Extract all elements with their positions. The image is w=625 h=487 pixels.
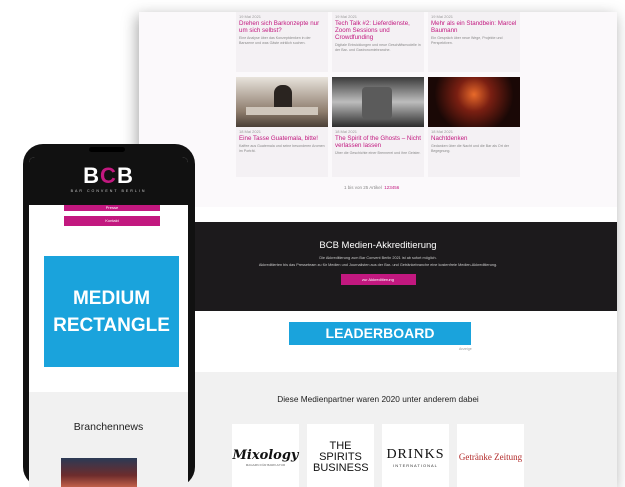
article-title[interactable]: Drehen sich Barkonzepte nur um sich selb… [236, 19, 328, 35]
article-date: 19 Mai 2021 [431, 14, 454, 19]
accreditation-section: BCB Medien-Akkreditierung Die Akkreditie… [139, 222, 617, 311]
article-excerpt: Digitale Entwicklungen und neue Geschäft… [335, 43, 421, 52]
partner-logo-drinks-international[interactable]: DRINKS INTERNATIONAL [382, 424, 449, 487]
bcb-logo[interactable]: BCB [29, 163, 188, 189]
article-card[interactable]: 18 Mai 2021 Nachtdenken Gedanken über di… [428, 77, 520, 177]
accreditation-button[interactable]: zur Akkreditierung [340, 274, 416, 285]
article-excerpt: Eine Analyse über das Konzeptdenken in d… [239, 36, 311, 45]
pagination-info: 1 bis von 25 Artikel [344, 185, 382, 190]
news-thumbnail[interactable] [61, 458, 137, 487]
article-image-coffee[interactable] [236, 77, 328, 127]
branchennews-section: Branchennews [29, 392, 188, 487]
partner-subline: INTERNATIONAL [393, 462, 438, 468]
article-date: 18 Mai 2021 [239, 129, 262, 134]
medium-rectangle-ad[interactable]: MEDIUM RECTANGLE [44, 256, 179, 367]
leaderboard-ad[interactable]: LEADERBOARD [289, 322, 471, 345]
phone-screen: BCB BAR CONVENT BERLIN Presse Kontakt ME… [29, 157, 188, 487]
article-excerpt: Gedanken über die Nacht und die Bar als … [431, 144, 510, 153]
article-title[interactable]: The Spirit of the Ghosts – Nicht verlass… [332, 134, 424, 150]
article-grid: 19 Mai 2021 Drehen sich Barkonzepte nur … [139, 12, 617, 207]
ad-text-line-2: RECTANGLE [53, 314, 170, 336]
partner-name: Getränke Zeitung [458, 452, 523, 462]
logo-subline: BAR CONVENT BERLIN [70, 189, 147, 193]
article-date: 18 Mai 2021 [335, 129, 358, 134]
article-card[interactable]: 18 Mai 2021 The Spirit of the Ghosts – N… [332, 77, 424, 177]
article-card[interactable]: 19 Mai 2021 Drehen sich Barkonzepte nur … [236, 12, 328, 72]
branchennews-title: Branchennews [73, 421, 144, 433]
partner-name: Mixology [232, 447, 299, 463]
presse-button[interactable]: Presse [64, 205, 160, 211]
media-partners-section: Diese Medienpartner waren 2020 unter and… [139, 372, 617, 487]
article-card[interactable]: 19 Mai 2021 Mehr als ein Standbein: Marc… [428, 12, 520, 72]
phone-header: BCB BAR CONVENT BERLIN [29, 157, 188, 205]
accreditation-text-2: Akkreditierten bis das Presseteam zu für… [258, 263, 498, 267]
accreditation-text-1: Die Akkreditierung zum Bar Convent Berli… [319, 256, 437, 260]
logo-letter: B [83, 163, 101, 188]
article-excerpt: Über die Geschichte einer Brennerei und … [335, 151, 421, 155]
partner-name: DRINKS [386, 446, 445, 462]
article-title[interactable]: Mehr als ein Standbein: Marcel Baumann [428, 19, 520, 35]
article-date: 18 Mai 2021 [431, 129, 454, 134]
partner-name: THE SPIRITS BUSINESS [313, 439, 369, 474]
ad-label: Anzeige [459, 347, 472, 351]
article-image-night[interactable] [428, 77, 520, 127]
article-excerpt: Kaffee aus Guatemala und seine besondere… [239, 144, 325, 153]
article-date: 19 Mai 2021 [239, 14, 262, 19]
article-excerpt: Ein Gespräch über neue Wege, Projekte un… [431, 36, 503, 45]
logo-letter-accent: C [100, 163, 117, 188]
mockup-stage: 19 Mai 2021 Drehen sich Barkonzepte nur … [0, 0, 625, 487]
article-title[interactable]: Eine Tasse Guatemala, bitte! [236, 134, 328, 143]
desktop-browser-view: 19 Mai 2021 Drehen sich Barkonzepte nur … [139, 12, 617, 487]
logo-letter: B [116, 163, 134, 188]
article-card[interactable]: 18 Mai 2021 Eine Tasse Guatemala, bitte!… [236, 77, 328, 177]
article-date: 19 Mai 2021 [335, 14, 358, 19]
pagination[interactable]: 1 bis von 25 Artikel 123456 [344, 185, 399, 190]
kontakt-button[interactable]: Kontakt [64, 216, 160, 226]
media-partners-title: Diese Medienpartner waren 2020 unter and… [277, 394, 479, 404]
partner-subline: MAGAZIN FÜR BARKULTUR [245, 462, 286, 467]
article-title[interactable]: Tech Talk #2: Lieferdienste, Zoom Sessio… [332, 19, 424, 42]
article-card[interactable]: 19 Mai 2021 Tech Talk #2: Lieferdienste,… [332, 12, 424, 72]
article-title[interactable]: Nachtdenken [428, 134, 520, 143]
partner-logo-mixology[interactable]: Mixology MAGAZIN FÜR BARKULTUR [232, 424, 299, 487]
ad-text-line-1: MEDIUM [72, 287, 151, 309]
article-image-distillery[interactable] [332, 77, 424, 127]
partner-logo-getraenke-zeitung[interactable]: Getränke Zeitung [457, 424, 524, 487]
pagination-pages[interactable]: 123456 [384, 185, 399, 190]
partner-logo-spirits-business[interactable]: THE SPIRITS BUSINESS [307, 424, 374, 487]
phone-camera-notch [89, 147, 125, 152]
accreditation-title: BCB Medien-Akkreditierung [319, 240, 437, 251]
